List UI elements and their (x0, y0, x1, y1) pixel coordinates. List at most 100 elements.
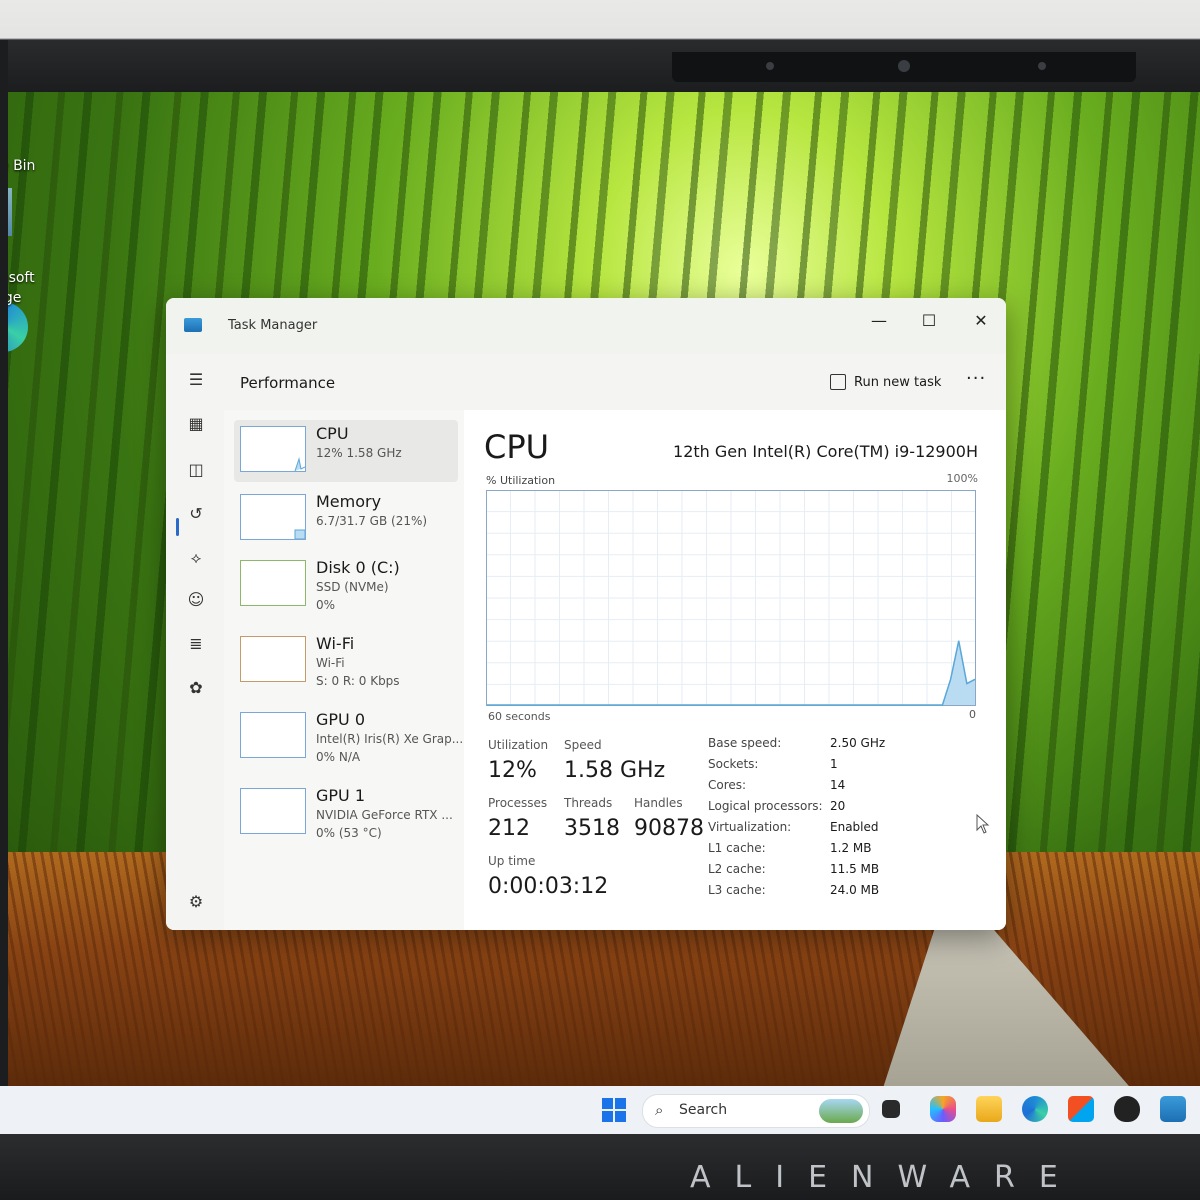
spec-value: 20 (830, 799, 846, 813)
sensor-icon (766, 62, 774, 70)
device-item-disk[interactable]: Disk 0 (C:) SSD (NVMe) 0% (234, 554, 458, 616)
device-thumbnail (240, 712, 306, 758)
device-sub: Intel(R) Iris(R) Xe Grap... (316, 732, 464, 746)
spec-value: Enabled (830, 820, 879, 834)
graph-zero-label: 0 (969, 708, 976, 721)
cpu-heading: CPU (484, 428, 550, 466)
processes-label: Processes (488, 796, 548, 810)
start-button[interactable] (602, 1098, 626, 1122)
graph-time-label: 60 seconds (488, 710, 551, 723)
menu-icon[interactable]: ☰ (186, 370, 206, 390)
processes-value: 212 (488, 816, 530, 841)
laptop-bezel-left (0, 40, 8, 1100)
utilization-value: 12% (488, 758, 537, 783)
spec-key: Base speed: (708, 736, 782, 750)
taskbar: ⌕ Search (0, 1086, 1200, 1134)
device-sub: 6.7/31.7 GB (21%) (316, 514, 428, 528)
device-thumbnail (240, 788, 306, 834)
device-sub: Wi-Fi (316, 656, 345, 670)
task-manager-window: Task Manager — ☐ ✕ ☰ ▦ ◫ ↺ ⟡ ☺ ≣ ✿ ⚙ Per… (166, 298, 1006, 930)
device-name: CPU (316, 424, 349, 443)
settings-icon[interactable]: ⚙ (186, 892, 206, 912)
device-item-gpu1[interactable]: GPU 1 NVIDIA GeForce RTX ... 0% (53 °C) (234, 782, 458, 844)
utilization-max-label: 100% (946, 472, 978, 485)
device-sub2: S: 0 R: 0 Kbps (316, 674, 400, 688)
device-name: GPU 0 (316, 710, 366, 729)
close-button[interactable]: ✕ (958, 306, 1004, 336)
nav-active-indicator (176, 518, 179, 536)
spec-value: 1.2 MB (830, 841, 872, 855)
maximize-button[interactable]: ☐ (906, 306, 952, 336)
performance-icon[interactable]: ◫ (186, 460, 206, 480)
device-name: Wi-Fi (316, 634, 355, 653)
spec-value: 14 (830, 778, 846, 792)
device-thumbnail (240, 426, 306, 472)
spec-value: 11.5 MB (830, 862, 880, 876)
utilization-axis-label: % Utilization (486, 474, 556, 487)
window-title: Task Manager (228, 318, 318, 333)
services-icon[interactable]: ✿ (186, 678, 206, 698)
sensor-icon (1038, 62, 1046, 70)
webcam-icon (898, 60, 910, 72)
run-new-task-label: Run new task (854, 374, 942, 390)
cpu-detail-panel: CPU 12th Gen Intel(R) Core(TM) i9-12900H… (464, 410, 1006, 930)
copilot-icon[interactable] (930, 1096, 956, 1122)
details-icon[interactable]: ≣ (186, 634, 206, 654)
spec-key: L2 cache: (708, 862, 766, 876)
store-icon[interactable] (1068, 1096, 1094, 1122)
file-explorer-icon[interactable] (976, 1096, 1002, 1122)
search-icon: ⌕ (655, 1101, 664, 1119)
uptime-label: Up time (488, 854, 536, 868)
spec-key: Cores: (708, 778, 747, 792)
cpu-model: 12th Gen Intel(R) Core(TM) i9-12900H (673, 442, 978, 461)
device-item-cpu[interactable]: CPU 12% 1.58 GHz (234, 420, 458, 482)
speed-label: Speed (564, 738, 602, 752)
page-header: Performance Run new task ··· (224, 354, 1006, 411)
device-sub: SSD (NVMe) (316, 580, 389, 594)
device-sub: NVIDIA GeForce RTX ... (316, 808, 453, 822)
task-manager-icon (184, 318, 202, 332)
startup-icon[interactable]: ⟡ (186, 548, 206, 568)
users-icon[interactable]: ☺ (186, 590, 206, 610)
device-sub2: 0% (316, 598, 336, 612)
search-placeholder: Search (679, 1102, 728, 1118)
device-item-gpu0[interactable]: GPU 0 Intel(R) Iris(R) Xe Grap... 0% N/A (234, 706, 463, 768)
utilization-label: Utilization (488, 738, 549, 752)
alienware-command-icon[interactable] (1114, 1096, 1140, 1122)
spec-key: L1 cache: (708, 841, 766, 855)
device-item-wifi[interactable]: Wi-Fi Wi-Fi S: 0 R: 0 Kbps (234, 630, 458, 692)
task-manager-taskbar-icon[interactable] (1160, 1096, 1186, 1122)
spec-value: 24.0 MB (830, 883, 880, 897)
mouse-cursor-icon (976, 814, 990, 834)
threads-value: 3518 (564, 816, 620, 841)
device-name: Disk 0 (C:) (316, 558, 400, 577)
task-view-icon[interactable] (882, 1100, 900, 1118)
app-history-icon[interactable]: ↺ (186, 504, 206, 524)
page-title: Performance (240, 374, 336, 392)
device-thumbnail (240, 494, 306, 540)
device-sub2: 0% N/A (316, 750, 361, 764)
device-name: GPU 1 (316, 786, 366, 805)
device-name: Memory (316, 492, 382, 511)
device-thumbnail (240, 636, 306, 682)
brand-logo: ALIENWARE (690, 1160, 1082, 1195)
more-options-button[interactable]: ··· (966, 368, 986, 389)
minimize-button[interactable]: — (856, 306, 902, 336)
speed-value: 1.58 GHz (564, 758, 666, 783)
device-sub2: 0% (53 °C) (316, 826, 382, 840)
spec-key: Logical processors: (708, 799, 823, 813)
handles-value: 90878 (634, 816, 704, 841)
run-new-task-button[interactable]: Run new task (830, 370, 941, 394)
device-list: CPU 12% 1.58 GHz Memory 6.7/31.7 GB (21%… (224, 410, 464, 930)
device-item-memory[interactable]: Memory 6.7/31.7 GB (21%) (234, 488, 458, 550)
search-highlight-image (819, 1099, 863, 1123)
handles-label: Handles (634, 796, 683, 810)
device-sub: 12% 1.58 GHz (316, 446, 402, 460)
title-bar[interactable]: Task Manager — ☐ ✕ (166, 298, 1006, 354)
taskbar-search[interactable]: ⌕ Search (642, 1094, 870, 1128)
threads-label: Threads (564, 796, 613, 810)
edge-taskbar-icon[interactable] (1022, 1096, 1048, 1122)
device-thumbnail (240, 560, 306, 606)
processes-icon[interactable]: ▦ (186, 414, 206, 434)
spec-key: Sockets: (708, 757, 759, 771)
